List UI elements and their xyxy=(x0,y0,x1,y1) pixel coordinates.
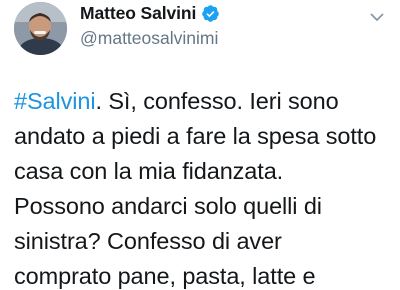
tweet-line-6: comprato pane, pasta, latte e xyxy=(14,263,316,289)
tweet-line-3: casa con la mia fidanzata. xyxy=(14,158,284,184)
avatar-image xyxy=(14,2,67,55)
tweet-line-5: sinistra? Confesso di aver xyxy=(14,228,282,254)
tweet-line-2: andato a piedi a fare la spesa sotto xyxy=(14,123,377,149)
author-display-name[interactable]: Matteo Salvini xyxy=(80,3,196,24)
verified-badge-icon xyxy=(201,4,220,23)
tweet-header: Matteo Salvini @matteosalvinimi xyxy=(14,2,220,55)
tweet-line-1-text: . Sì, confesso. Ieri sono xyxy=(95,88,339,114)
hashtag-link[interactable]: #Salvini xyxy=(14,88,96,114)
chevron-down-icon[interactable] xyxy=(368,8,386,26)
tweet-text: #Salvini. Sì, confesso. Ieri sono andato… xyxy=(14,84,394,290)
author-handle[interactable]: @matteosalvinimi xyxy=(80,28,220,49)
avatar[interactable] xyxy=(14,2,67,55)
author-names: Matteo Salvini @matteosalvinimi xyxy=(80,3,220,49)
tweet-line-4: Possono andarci solo quelli di xyxy=(14,193,322,219)
tweet-line-1: #Salvini. Sì, confesso. Ieri sono xyxy=(14,84,394,119)
tweet-card: Matteo Salvini @matteosalvinimi #Salvini… xyxy=(0,0,400,290)
name-row: Matteo Salvini xyxy=(80,3,220,24)
